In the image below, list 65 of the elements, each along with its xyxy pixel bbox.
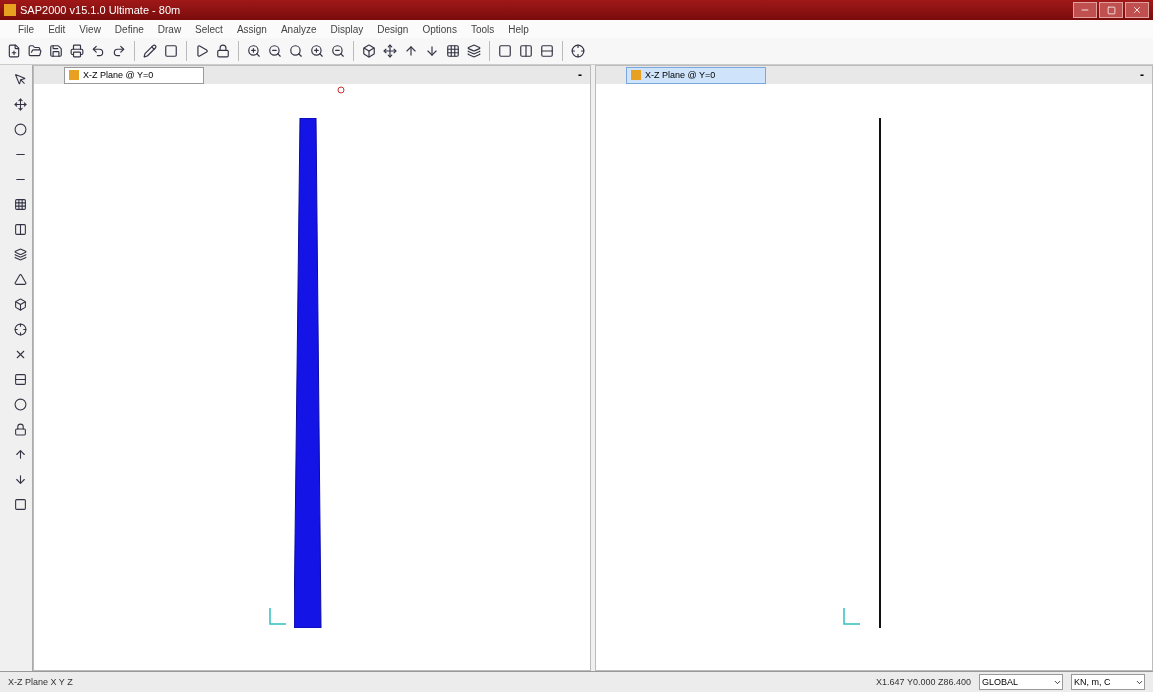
square-icon[interactable] [12, 496, 28, 512]
crosshair-icon[interactable] [12, 321, 28, 337]
circle-icon[interactable] [12, 396, 28, 412]
view-tab[interactable]: X-Z Plane @ Y=0 [64, 66, 204, 84]
save-icon[interactable] [48, 43, 64, 59]
menu-item[interactable]: Display [330, 23, 364, 35]
view-label: X-Z Plane X Y Z [8, 677, 73, 687]
menu-item[interactable]: Assign [236, 23, 267, 35]
menu-item[interactable]: File [18, 23, 35, 35]
columns-icon[interactable] [12, 221, 28, 237]
up-arrow-icon[interactable] [403, 43, 419, 59]
menu-item[interactable]: Help [508, 23, 529, 35]
rows-icon[interactable] [539, 43, 555, 59]
menu-item[interactable]: Select [195, 23, 223, 35]
lock-icon[interactable] [215, 43, 231, 59]
zoom-in-icon[interactable] [246, 43, 262, 59]
redo-icon[interactable] [111, 43, 127, 59]
zoom-out-icon[interactable] [267, 43, 283, 59]
minimize-button[interactable]: - [1140, 68, 1144, 82]
layers-icon[interactable] [466, 43, 482, 59]
play-icon[interactable] [194, 43, 210, 59]
menu-item[interactable]: Edit [48, 23, 66, 35]
coordinates: X1.647 Y0.000 Z86.400 [876, 677, 971, 687]
cube-icon[interactable] [12, 296, 28, 312]
menu-item[interactable]: Draw [157, 23, 182, 35]
zoom-in-icon[interactable] [309, 43, 325, 59]
window-title: SAP2000 v15.1.0 Ultimate - 80m [20, 4, 182, 16]
move-icon[interactable] [12, 96, 28, 112]
move-icon[interactable] [382, 43, 398, 59]
layers-icon[interactable] [12, 246, 28, 262]
grid-icon[interactable] [12, 196, 28, 212]
pencil-icon[interactable] [142, 43, 158, 59]
square-icon[interactable] [497, 43, 513, 59]
circle-icon [337, 86, 345, 94]
printer-icon[interactable] [69, 43, 85, 59]
search-icon[interactable] [288, 43, 304, 59]
crosshair-icon[interactable] [570, 43, 586, 59]
rows-icon[interactable] [12, 371, 28, 387]
menu-item[interactable]: Tools [470, 23, 495, 35]
square-icon[interactable] [163, 43, 179, 59]
minimize-button[interactable]: - [578, 68, 582, 82]
app-icon [4, 4, 16, 16]
view-tab[interactable]: X-Z Plane @ Y=0 [626, 66, 766, 84]
axis-icon [268, 606, 288, 626]
menu-item[interactable]: Analyze [280, 23, 317, 35]
undo-icon[interactable] [90, 43, 106, 59]
columns-icon[interactable] [518, 43, 534, 59]
folder-icon[interactable] [27, 43, 43, 59]
zoom-out-icon[interactable] [330, 43, 346, 59]
coordinate-system-dropdown[interactable]: GLOBAL [979, 674, 1063, 690]
lock-icon[interactable] [12, 421, 28, 437]
cube-icon[interactable] [361, 43, 377, 59]
menu-item[interactable]: View [79, 23, 101, 35]
menu-item[interactable]: Design [377, 23, 409, 35]
maximize-icon [1106, 5, 1116, 15]
menu-item[interactable]: Define [114, 23, 144, 35]
close-icon [1132, 5, 1142, 15]
pointer-icon[interactable] [12, 71, 28, 87]
new-file-icon[interactable] [6, 43, 22, 59]
menu-item[interactable]: Options [422, 23, 457, 35]
axis-icon [842, 606, 862, 626]
triangle-icon[interactable] [12, 271, 28, 287]
grid-icon[interactable] [445, 43, 461, 59]
units-dropdown[interactable]: KN, m, C [1071, 674, 1145, 690]
close-button[interactable] [1125, 2, 1149, 18]
